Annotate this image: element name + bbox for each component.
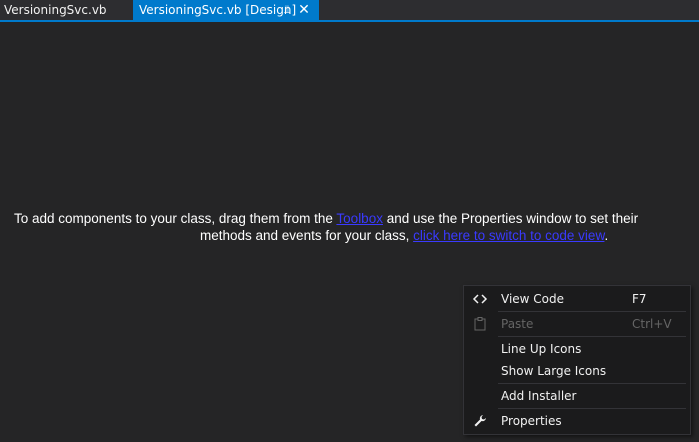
menu-item-line-up-icons[interactable]: Line Up Icons: [466, 338, 688, 360]
menu-item-label: Properties: [501, 414, 562, 428]
tab-label: VersioningSvc.vb [Design]: [139, 3, 297, 17]
menu-item-view-code[interactable]: View Code F7: [466, 288, 688, 310]
instructions-line-2: methods and events for your class, click…: [200, 227, 608, 244]
tab-versioningsvc-vb-design[interactable]: VersioningSvc.vb [Design] ⫫ ✕: [133, 0, 319, 20]
menu-item-shortcut: Ctrl+V: [632, 317, 672, 331]
menu-item-label: Show Large Icons: [501, 364, 607, 378]
menu-separator: [498, 383, 686, 384]
instructions-line-1: To add components to your class, drag th…: [14, 210, 638, 227]
document-tab-bar: VersioningSvc.vb VersioningSvc.vb [Desig…: [0, 0, 699, 22]
toolbox-link[interactable]: Toolbox: [336, 211, 383, 226]
menu-item-label: Line Up Icons: [501, 342, 582, 356]
context-menu: View Code F7 Paste Ctrl+V Line Up Icons …: [463, 285, 691, 435]
switch-to-code-view-link[interactable]: click here to switch to code view: [413, 228, 604, 243]
menu-separator: [498, 311, 686, 312]
menu-item-label: Add Installer: [501, 389, 577, 403]
tab-label: VersioningSvc.vb: [4, 3, 107, 17]
menu-item-paste[interactable]: Paste Ctrl+V: [466, 313, 688, 335]
instructions-text: To add components to your class, drag th…: [14, 211, 337, 226]
instructions-text: and use the Properties window to set the…: [382, 211, 639, 226]
menu-separator: [498, 336, 686, 337]
wrench-icon: [472, 413, 488, 429]
menu-item-label: View Code: [501, 292, 565, 306]
menu-item-show-large-icons[interactable]: Show Large Icons: [466, 360, 688, 382]
menu-item-properties[interactable]: Properties: [466, 410, 688, 432]
tab-versioningsvc-vb[interactable]: VersioningSvc.vb: [0, 0, 132, 20]
code-brackets-icon: [472, 291, 488, 307]
menu-item-add-installer[interactable]: Add Installer: [466, 385, 688, 407]
close-icon[interactable]: ✕: [297, 2, 311, 18]
instructions-text: .: [604, 228, 609, 243]
paste-icon: [472, 316, 488, 332]
menu-item-label: Paste: [501, 317, 534, 331]
pin-icon[interactable]: ⫫: [280, 2, 294, 18]
menu-separator: [498, 408, 686, 409]
menu-item-shortcut: F7: [632, 292, 647, 306]
instructions-text: methods and events for your class,: [200, 228, 414, 243]
